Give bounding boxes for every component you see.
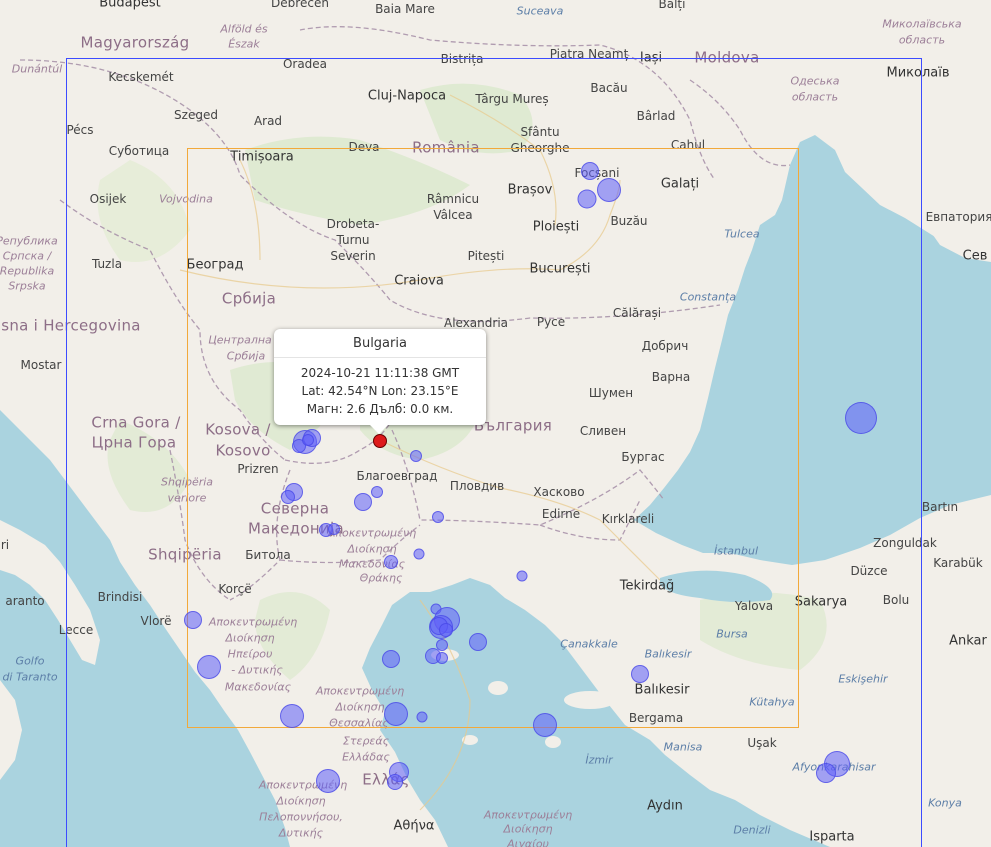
earthquake-popup: Bulgaria 2024-10-21 11:11:38 GMT Lat: 42… bbox=[274, 329, 486, 434]
earthquake-marker[interactable] bbox=[387, 774, 403, 790]
earthquake-marker[interactable] bbox=[469, 633, 487, 651]
earthquake-marker[interactable] bbox=[432, 511, 444, 523]
earthquake-marker[interactable] bbox=[302, 434, 314, 446]
earthquake-marker[interactable] bbox=[354, 493, 372, 511]
popup-details: Магн: 2.6 Дълб: 0.0 км. bbox=[306, 402, 454, 416]
earthquake-marker[interactable] bbox=[184, 611, 202, 629]
selected-earthquake-marker[interactable] bbox=[373, 434, 387, 448]
earthquake-marker[interactable] bbox=[577, 189, 597, 209]
earthquake-marker[interactable] bbox=[631, 665, 649, 683]
popup-title: Bulgaria bbox=[274, 329, 486, 358]
earthquake-marker[interactable] bbox=[597, 178, 621, 202]
land-italy-toe bbox=[0, 680, 22, 780]
earthquake-marker[interactable] bbox=[316, 769, 340, 793]
earthquake-marker[interactable] bbox=[328, 523, 340, 535]
popup-coords: Lat: 42.54°N Lon: 23.15°E bbox=[301, 384, 459, 398]
land-italy bbox=[0, 520, 100, 665]
earthquake-marker[interactable] bbox=[413, 548, 425, 560]
land-crimea bbox=[920, 190, 991, 262]
earthquake-marker[interactable] bbox=[439, 623, 453, 637]
popup-tip bbox=[370, 425, 388, 434]
earthquake-marker[interactable] bbox=[197, 655, 221, 679]
basemap bbox=[0, 0, 991, 847]
earthquake-marker[interactable] bbox=[280, 704, 304, 728]
earthquake-marker[interactable] bbox=[845, 402, 877, 434]
earthquake-marker[interactable] bbox=[533, 713, 557, 737]
earthquake-marker[interactable] bbox=[382, 650, 400, 668]
earthquake-marker[interactable] bbox=[436, 652, 448, 664]
earthquake-marker[interactable] bbox=[816, 763, 836, 783]
earthquake-marker[interactable] bbox=[410, 450, 422, 462]
popup-time: 2024-10-21 11:11:38 GMT bbox=[300, 366, 460, 380]
earthquake-marker[interactable] bbox=[416, 711, 428, 723]
earthquake-marker[interactable] bbox=[581, 162, 599, 180]
earthquake-marker[interactable] bbox=[516, 570, 528, 582]
map-view[interactable]: Budapest Debrecen Baia Mare Suceava Bălți Мик… bbox=[0, 0, 991, 847]
earthquake-marker[interactable] bbox=[384, 702, 408, 726]
earthquake-marker[interactable] bbox=[384, 555, 398, 569]
earthquake-marker[interactable] bbox=[371, 486, 383, 498]
earthquake-marker[interactable] bbox=[281, 490, 295, 504]
